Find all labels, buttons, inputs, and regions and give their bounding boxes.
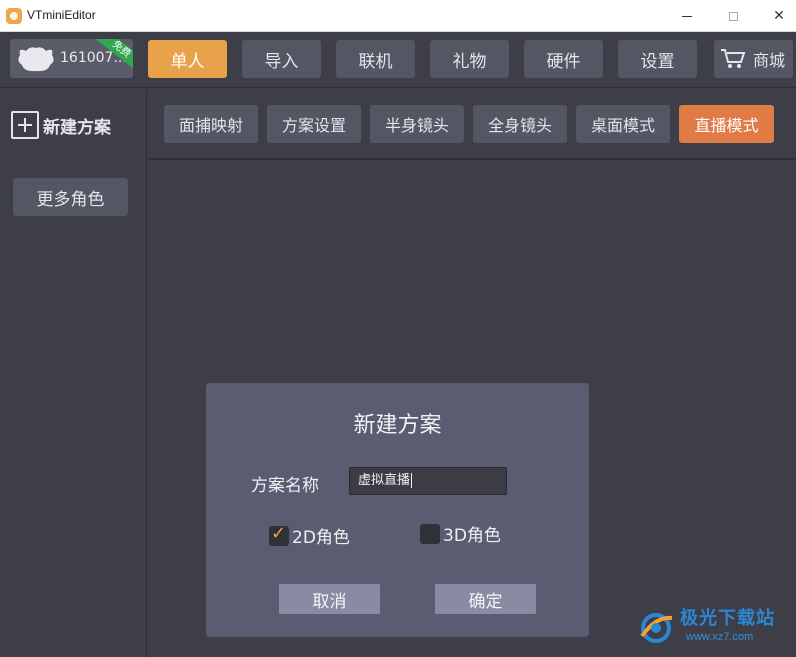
new-scheme-dialog: 新建方案 方案名称 虚拟直播 ✓ 2D角色 3D角色 取消 确定 xyxy=(206,383,589,637)
more-roles-button[interactable]: 更多角色 xyxy=(13,178,128,216)
option-3d[interactable]: 3D角色 xyxy=(420,521,501,546)
title-bar: VTminiEditor ✕ xyxy=(0,0,796,32)
shop-button[interactable]: 商城 xyxy=(714,40,793,78)
confirm-button[interactable]: 确定 xyxy=(435,584,536,614)
dialog-title: 新建方案 xyxy=(353,413,442,438)
minimize-icon xyxy=(682,15,692,17)
option-2d-label: 2D角色 xyxy=(292,528,350,548)
maximize-icon xyxy=(728,11,738,21)
new-scheme-label: 新建方案 xyxy=(43,117,111,138)
close-icon: ✕ xyxy=(773,8,785,24)
scheme-name-input[interactable]: 虚拟直播 xyxy=(349,467,507,495)
tab-half-body-camera[interactable]: 半身镜头 xyxy=(370,105,464,143)
profile-button[interactable]: 161007... 免费 xyxy=(10,39,133,78)
maximize-button[interactable] xyxy=(710,0,756,32)
close-button[interactable]: ✕ xyxy=(756,0,796,32)
cart-icon xyxy=(721,49,746,68)
watermark-text: 极光下载站 xyxy=(680,608,775,629)
nav-gift[interactable]: 礼物 xyxy=(430,40,509,78)
subtab-bar: 面捕映射 方案设置 半身镜头 全身镜头 桌面模式 直播模式 xyxy=(148,89,796,160)
tab-live-mode[interactable]: 直播模式 xyxy=(679,105,774,143)
shop-label: 商城 xyxy=(752,51,785,70)
watermark-url: www.xz7.com xyxy=(686,631,754,643)
tab-desktop-mode[interactable]: 桌面模式 xyxy=(576,105,670,143)
minimize-button[interactable] xyxy=(664,0,710,32)
nav-import[interactable]: 导入 xyxy=(242,40,321,78)
nav-single[interactable]: 单人 xyxy=(148,40,227,78)
nav-settings[interactable]: 设置 xyxy=(618,40,697,78)
app-icon xyxy=(6,8,22,24)
scheme-name-label: 方案名称 xyxy=(251,476,319,496)
option-2d[interactable]: ✓ 2D角色 xyxy=(269,523,350,548)
checkbox-2d[interactable]: ✓ xyxy=(269,522,289,546)
plus-icon xyxy=(11,111,39,139)
nav-online[interactable]: 联机 xyxy=(336,40,415,78)
top-nav: 161007... 免费 单人 导入 联机 礼物 硬件 设置 商城 xyxy=(0,32,796,88)
text-caret xyxy=(411,473,413,488)
watermark: 极光下载站 www.xz7.com xyxy=(636,604,794,654)
scheme-name-value: 虚拟直播 xyxy=(358,473,411,488)
tab-scheme-settings[interactable]: 方案设置 xyxy=(267,105,361,143)
tab-full-body-camera[interactable]: 全身镜头 xyxy=(473,105,567,143)
option-3d-label: 3D角色 xyxy=(443,526,501,546)
avatar xyxy=(18,47,54,72)
checkmark-icon: ✓ xyxy=(271,522,287,544)
sidebar: 新建方案 更多角色 xyxy=(0,89,147,657)
cancel-button[interactable]: 取消 xyxy=(279,584,380,614)
watermark-logo xyxy=(640,613,673,643)
tab-face-capture-mapping[interactable]: 面捕映射 xyxy=(164,105,258,143)
new-scheme-button[interactable]: 新建方案 xyxy=(11,111,111,139)
nav-hardware[interactable]: 硬件 xyxy=(524,40,603,78)
window-title: VTminiEditor xyxy=(27,8,96,22)
checkbox-3d[interactable] xyxy=(420,523,440,544)
